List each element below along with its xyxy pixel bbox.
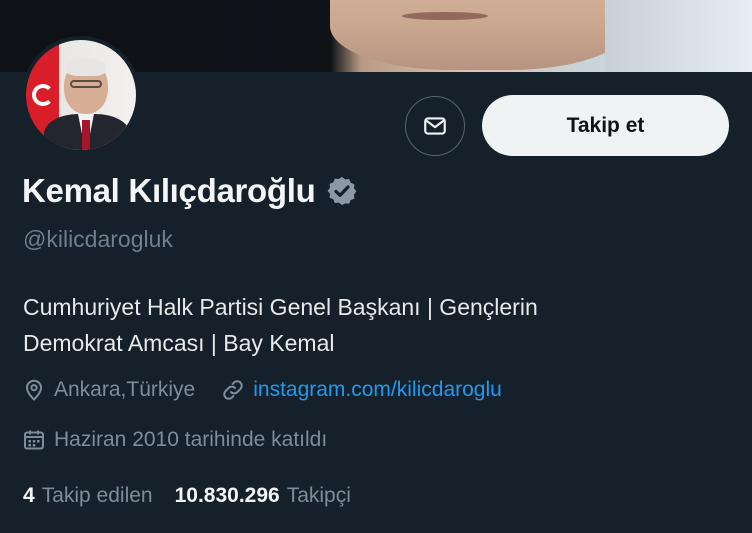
banner-mouth <box>402 12 488 20</box>
flag-crescent <box>32 84 54 106</box>
avatar[interactable] <box>22 36 140 154</box>
profile-website-link[interactable]: instagram.com/kilicdaroglu <box>253 378 502 402</box>
following-count: 4 <box>23 484 35 507</box>
profile-joined-date: Haziran 2010 tarihinde katıldı <box>54 428 328 451</box>
avatar-hair <box>66 58 106 76</box>
avatar-tie <box>82 120 90 150</box>
location-pin-icon <box>25 379 43 401</box>
followers-count: 10.830.296 <box>174 484 280 507</box>
profile-location: Ankara,Türkiye <box>54 378 196 401</box>
profile-handle: @kilicdarogluk <box>23 226 173 252</box>
link-icon <box>223 380 243 400</box>
message-button[interactable] <box>405 96 465 156</box>
avatar-glasses <box>70 80 102 88</box>
calendar-icon <box>24 430 44 450</box>
envelope-icon <box>424 117 446 135</box>
following-label: Takip edilen <box>41 484 153 507</box>
followers-label: Takipçi <box>286 484 351 507</box>
profile-name-row: Kemal Kılıçdaroğlu <box>22 172 358 210</box>
verified-badge-icon[interactable] <box>326 175 358 207</box>
profile-bio: Cumhuriyet Halk Partisi Genel Başkanı | … <box>23 294 538 356</box>
profile-stats: 4 Takip edilen 10.830.296 Takipçi <box>23 484 351 508</box>
banner-face <box>330 0 630 70</box>
followers-link[interactable]: 10.830.296 Takipçi <box>175 484 351 508</box>
follow-button[interactable]: Takip et <box>482 95 729 156</box>
profile-name: Kemal Kılıçdaroğlu <box>22 172 316 209</box>
banner-background <box>605 0 752 72</box>
following-link[interactable]: 4 Takip edilen <box>23 484 153 508</box>
profile-meta-row: Ankara,Türkiye instagram.com/kilicdarogl… <box>22 378 502 402</box>
profile-joined-row: Haziran 2010 tarihinde katıldı <box>22 428 327 452</box>
